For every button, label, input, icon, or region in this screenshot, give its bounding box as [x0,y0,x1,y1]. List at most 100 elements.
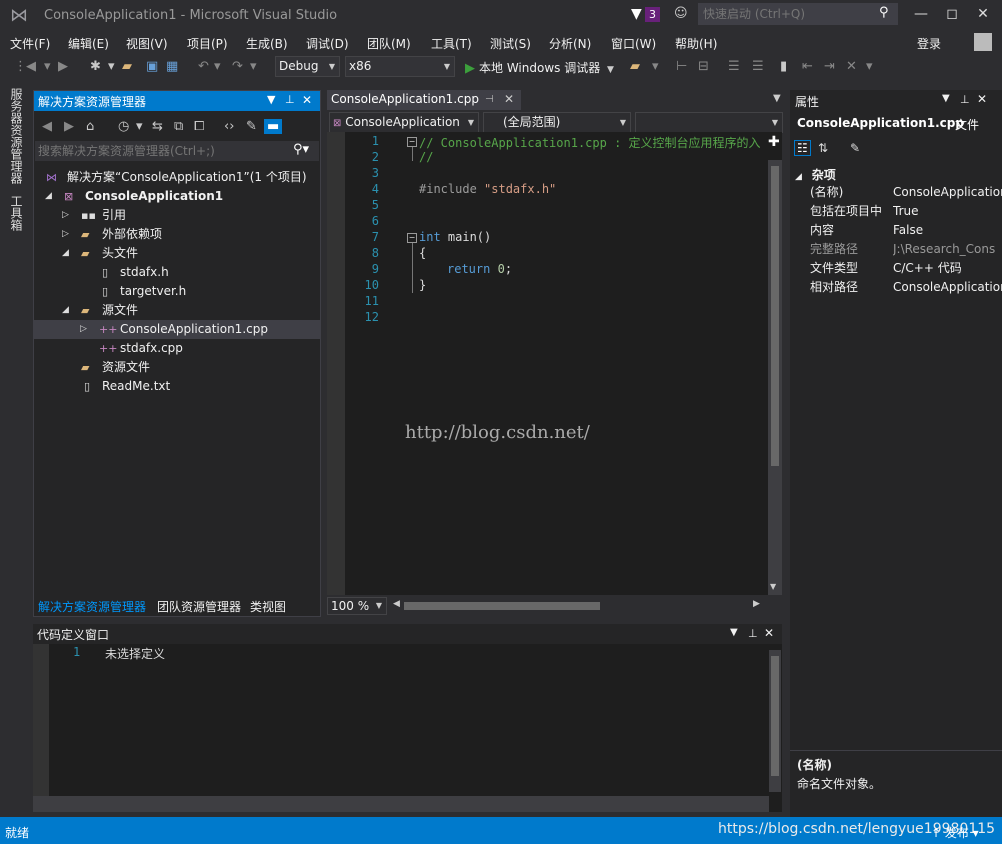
split-window-icon[interactable]: ✚ [768,134,780,150]
close-window-button[interactable]: ✕ [968,4,998,24]
tree-item-resource-files[interactable]: ▰ 资源文件 [34,358,320,377]
back-icon[interactable]: ◀ [42,119,52,134]
expanded-arrow-icon[interactable]: ◢ [62,301,69,320]
pin-icon[interactable]: ⊥ [960,93,970,106]
menu-help[interactable]: 帮助(H) [675,35,717,52]
categorized-icon[interactable]: ☷ [794,140,811,156]
feedback-icon[interactable]: ☺ [674,6,688,21]
expanded-arrow-icon[interactable]: ◢ [795,172,802,182]
vertical-scrollbar[interactable] [769,650,781,792]
property-row[interactable]: 内容 False [808,221,1002,240]
navigate-back-icon[interactable]: ◀ [26,59,36,74]
menu-edit[interactable]: 编辑(E) [68,35,109,52]
search-icon[interactable]: ⚲ [879,5,889,20]
tree-item-external-deps[interactable]: ▷ ▰ 外部依赖项 [34,225,320,244]
bookmark-icon[interactable]: ▮ [780,59,787,74]
scroll-left-icon[interactable]: ◀ [393,599,400,609]
new-project-icon[interactable]: ✱ [90,59,101,74]
property-value[interactable]: ConsoleApplication [893,278,1002,297]
sync-icon[interactable]: ⇆ [152,119,163,134]
redo-icon[interactable]: ↷ [232,59,243,74]
search-icon[interactable]: ⚲▾ [293,142,309,157]
prev-bookmark-icon[interactable]: ⇤ [802,59,813,74]
toolbar-options-icon[interactable]: ▾ [866,59,873,74]
notification-flag-icon[interactable]: ▼ [631,6,642,22]
menu-team[interactable]: 团队(M) [367,35,411,52]
quick-launch-box[interactable]: ⚲ [698,3,898,25]
undo-icon[interactable]: ↶ [198,59,209,74]
collapsed-arrow-icon[interactable]: ▷ [80,320,87,339]
tree-item-targetver-h[interactable]: ▯ targetver.h [34,282,320,301]
quick-launch-input[interactable] [699,4,877,24]
tree-item-references[interactable]: ▷ ▪▪ 引用 [34,206,320,225]
close-icon[interactable]: ✕ [302,93,312,107]
save-icon[interactable]: ▣ [146,59,158,74]
collapse-all-icon[interactable]: ⧉ [174,119,183,134]
property-value[interactable]: False [893,221,1002,240]
collapse-region-icon[interactable]: − [407,137,417,147]
home-icon[interactable]: ⌂ [86,119,94,134]
selected-object-type[interactable]: 文件 [955,116,979,133]
tree-item-stdafx-cpp[interactable]: ++ stdafx.cpp [34,339,320,358]
tab-list-dropdown-icon[interactable]: ▼ [773,93,781,104]
attach-icon[interactable]: ▰ [630,59,640,74]
property-value[interactable]: True [893,202,1002,221]
tree-item-main-cpp[interactable]: ▷ ++ ConsoleApplication1.cpp [34,320,320,339]
scroll-down-icon[interactable]: ▼ [770,582,776,591]
close-icon[interactable]: ✕ [977,92,987,106]
tab-consoleapplication1-cpp[interactable]: ConsoleApplication1.cpp ⊣ ✕ [327,90,521,110]
scroll-right-icon[interactable]: ▶ [753,599,760,609]
solution-search-box[interactable]: ⚲▾ [35,141,319,161]
attach-dropdown-icon[interactable]: ▾ [652,59,659,74]
maximize-button[interactable]: ◻ [937,4,967,24]
back-dropdown-icon[interactable]: ▾ [44,59,51,74]
indicator-margin[interactable] [327,132,345,595]
platform-select[interactable]: x86 ▼ [345,56,455,77]
menu-test[interactable]: 测试(S) [490,35,531,52]
minimize-button[interactable]: — [906,4,936,24]
close-tab-icon[interactable]: ✕ [504,90,514,109]
menu-view[interactable]: 视图(V) [126,35,168,52]
tab-solution-explorer[interactable]: 解决方案资源管理器 [38,598,146,615]
tab-class-view[interactable]: 类视图 [250,598,286,615]
horizontal-scrollbar-thumb[interactable] [404,602,600,610]
collapsed-arrow-icon[interactable]: ▷ [62,225,69,244]
close-icon[interactable]: ✕ [764,626,774,640]
pin-icon[interactable]: ⊥ [748,627,758,640]
publish-button[interactable]: ↑ 发布 ▾ [931,824,979,841]
tab-team-explorer[interactable]: 团队资源管理器 [157,598,241,615]
side-tab-toolbox[interactable]: 工具箱 [9,195,25,245]
property-row[interactable]: 包括在项目中 True [808,202,1002,221]
tree-item-solution[interactable]: ⋈ 解决方案“ConsoleApplication1”(1 个项目) [34,168,320,187]
property-pages-wrench-icon[interactable]: ✎ [850,141,860,155]
chevron-down-icon[interactable]: ▼ [942,93,950,104]
uncomment-icon[interactable]: ☰ [752,59,764,74]
new-dropdown-icon[interactable]: ▾ [108,59,115,74]
filter-dropdown-icon[interactable]: ▾ [136,119,143,134]
tree-item-header-files[interactable]: ◢ ▰ 头文件 [34,244,320,263]
side-tab-server-explorer[interactable]: 服务器资源管理器 [9,88,25,193]
navigate-forward-icon[interactable]: ▶ [58,59,68,74]
login-link[interactable]: 登录 [917,35,941,52]
chevron-down-icon[interactable]: ▼ [607,65,614,75]
editor-vertical-scrollbar[interactable] [768,160,782,595]
clear-bookmarks-icon[interactable]: ✕ [846,59,857,74]
expanded-arrow-icon[interactable]: ◢ [45,187,52,206]
pending-changes-icon[interactable]: ◷ [118,119,129,134]
save-all-icon[interactable]: ▦ [166,59,178,74]
notification-count-badge[interactable]: 3 [645,7,660,22]
collapse-region-icon[interactable]: − [407,233,417,243]
menu-tools[interactable]: 工具(T) [431,35,472,52]
redo-dropdown-icon[interactable]: ▾ [250,59,257,74]
chevron-down-icon[interactable]: ▼ [730,627,738,638]
start-debugging-button[interactable]: ▶ 本地 Windows 调试器 ▼ [465,59,614,76]
menu-build[interactable]: 生成(B) [246,35,288,52]
horizontal-scrollbar[interactable] [33,796,769,812]
forward-icon[interactable]: ▶ [64,119,74,134]
scrollbar-thumb[interactable] [771,656,779,776]
tree-item-readme[interactable]: ▯ ReadMe.txt [34,377,320,396]
zoom-select[interactable]: 100 % ▼ [327,597,387,615]
chevron-down-icon[interactable]: ▼ [267,93,275,106]
pin-icon[interactable]: ⊣ [485,90,494,109]
code-editor[interactable]: 1 2 3 4 5 6 7 8 9 10 11 12 − − // Consol… [327,132,782,595]
